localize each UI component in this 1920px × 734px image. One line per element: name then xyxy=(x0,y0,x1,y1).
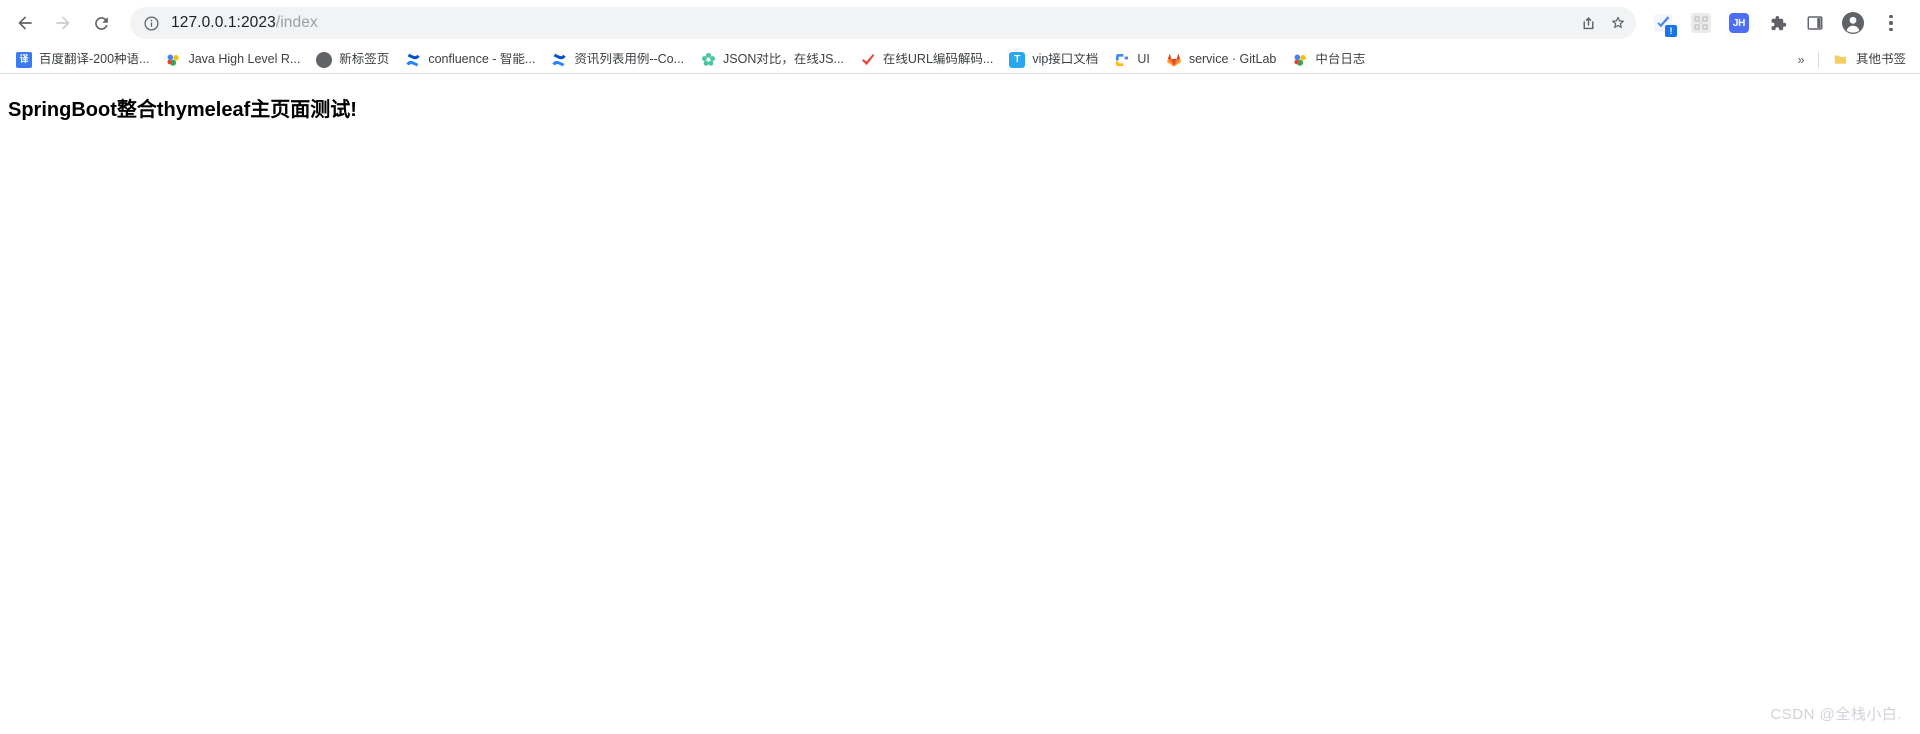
ui-icon xyxy=(1114,52,1130,68)
bookmark-label: 资讯列表用例--Co... xyxy=(574,53,685,66)
kebab-dot xyxy=(1889,21,1893,25)
share-icon xyxy=(1583,16,1593,29)
bookmark-item[interactable]: T vip接口文档 xyxy=(1001,48,1106,72)
forward-arrow-icon xyxy=(56,16,70,30)
bookmark-button[interactable] xyxy=(1604,9,1632,37)
people-group-glyph xyxy=(167,54,180,66)
folder-glyph xyxy=(1835,55,1847,64)
extension-check-button[interactable]: ! xyxy=(1648,8,1678,38)
bookmark-label: service · GitLab xyxy=(1188,53,1277,66)
site-info-icon[interactable] xyxy=(141,13,161,33)
extension-qr-icon xyxy=(1691,13,1711,33)
people-group-icon xyxy=(1292,52,1308,68)
omnibox-actions xyxy=(1572,7,1632,39)
other-bookmarks-button[interactable]: 其他书签 xyxy=(1825,48,1914,72)
people-group-icon xyxy=(165,52,181,68)
page-title: SpringBoot整合thymeleaf主页面测试! xyxy=(8,99,357,121)
kebab-dot xyxy=(1889,14,1893,19)
chrome-menu-button[interactable] xyxy=(1876,8,1906,38)
info-circle-icon xyxy=(143,15,159,31)
extension-jh-icon: JH xyxy=(1729,13,1749,33)
bookmark-label: 新标签页 xyxy=(339,53,390,66)
profile-avatar-icon xyxy=(1841,11,1865,35)
back-arrow-icon xyxy=(18,16,32,30)
reload-button[interactable] xyxy=(84,6,118,40)
bookmark-label: vip接口文档 xyxy=(1032,53,1099,66)
url-text: 127.0.0.1:2023/index xyxy=(171,14,1624,32)
kebab-dot xyxy=(1889,27,1893,32)
bookmark-label: JSON对比，在线JS... xyxy=(723,53,844,66)
extension-check-icon: ! xyxy=(1652,12,1677,37)
bookmark-item[interactable]: Java High Level R... xyxy=(157,48,308,72)
url-host: 127.0.0.1:2023 xyxy=(171,14,276,31)
bookmark-item[interactable]: 译 百度翻译-200种语... xyxy=(8,48,157,72)
bookmarks-bar: 译 百度翻译-200种语... Java High Level R... 新标签… xyxy=(0,46,1920,74)
reload-icon xyxy=(94,16,108,30)
flower-icon xyxy=(700,52,716,68)
confluence-icon xyxy=(551,52,567,68)
red-check-glyph xyxy=(861,53,875,65)
browser-window: 127.0.0.1:2023/index ! JH 译 百度翻译-200种语..… xyxy=(0,0,1920,734)
csdn-watermark: CSDN @全栈小白. xyxy=(1770,706,1902,723)
star-icon xyxy=(1612,16,1624,29)
confluence-icon xyxy=(405,52,421,68)
ui-glyph xyxy=(1116,53,1129,66)
flower-glyph xyxy=(701,52,715,66)
url-path: /index xyxy=(275,14,318,31)
bookmark-item[interactable]: 新标签页 xyxy=(308,48,397,72)
extensions-puzzle-icon xyxy=(1771,15,1786,30)
page-content: SpringBoot整合thymeleaf主页面测试! CSDN @全栈小白. xyxy=(0,74,1920,734)
bookmark-item[interactable]: 中台日志 xyxy=(1284,48,1373,72)
bookmarks-overflow-button[interactable]: » xyxy=(1790,49,1812,71)
other-bookmarks-label: 其他书签 xyxy=(1855,53,1906,66)
bookmark-item[interactable]: service · GitLab xyxy=(1158,48,1285,72)
people-group-glyph xyxy=(1294,54,1307,66)
forward-button[interactable] xyxy=(46,6,80,40)
confluence-glyph xyxy=(552,53,566,66)
folder-icon xyxy=(1833,52,1849,68)
qr-code-icon xyxy=(1694,16,1708,30)
bookmark-label: Java High Level R... xyxy=(188,53,301,66)
bookmark-label: confluence - 智能... xyxy=(428,53,536,66)
gitlab-fox-glyph xyxy=(1166,53,1181,67)
bookmark-item[interactable]: 在线URL编码解码... xyxy=(852,48,1001,72)
address-bar[interactable]: 127.0.0.1:2023/index xyxy=(130,7,1636,39)
extension-badge: ! xyxy=(1665,25,1677,37)
blue-t-icon: T xyxy=(1009,51,1026,68)
extension-jh-button[interactable]: JH xyxy=(1724,8,1754,38)
side-panel-icon xyxy=(1807,16,1823,30)
bookmarks-overflow-area: » 其他书签 xyxy=(1790,48,1914,72)
bookmark-item[interactable]: confluence - 智能... xyxy=(397,48,543,72)
back-button[interactable] xyxy=(8,6,42,40)
bookmark-label: UI xyxy=(1137,53,1150,66)
bookmark-label: 百度翻译-200种语... xyxy=(39,53,150,66)
extensions-button[interactable] xyxy=(1762,8,1792,38)
bookmark-item[interactable]: 资讯列表用例--Co... xyxy=(543,48,692,72)
share-button[interactable] xyxy=(1574,9,1602,37)
side-panel-button[interactable] xyxy=(1800,8,1830,38)
gray-circle-icon xyxy=(316,51,333,68)
baidu-translate-icon: 译 xyxy=(16,51,32,68)
bookmark-label: 中台日志 xyxy=(1315,53,1366,66)
profile-button[interactable] xyxy=(1838,8,1868,38)
bookmarks-separator xyxy=(1817,51,1819,68)
avatar-icon xyxy=(1842,12,1864,34)
bookmark-item[interactable]: JSON对比，在线JS... xyxy=(692,48,852,72)
browser-toolbar: 127.0.0.1:2023/index ! JH xyxy=(0,0,1920,46)
gitlab-icon xyxy=(1166,52,1182,68)
extension-qr-button[interactable] xyxy=(1686,8,1716,38)
bookmark-item[interactable]: UI xyxy=(1106,48,1158,72)
bookmark-label: 在线URL编码解码... xyxy=(882,53,994,66)
confluence-glyph xyxy=(406,53,420,66)
red-check-icon xyxy=(860,52,876,68)
